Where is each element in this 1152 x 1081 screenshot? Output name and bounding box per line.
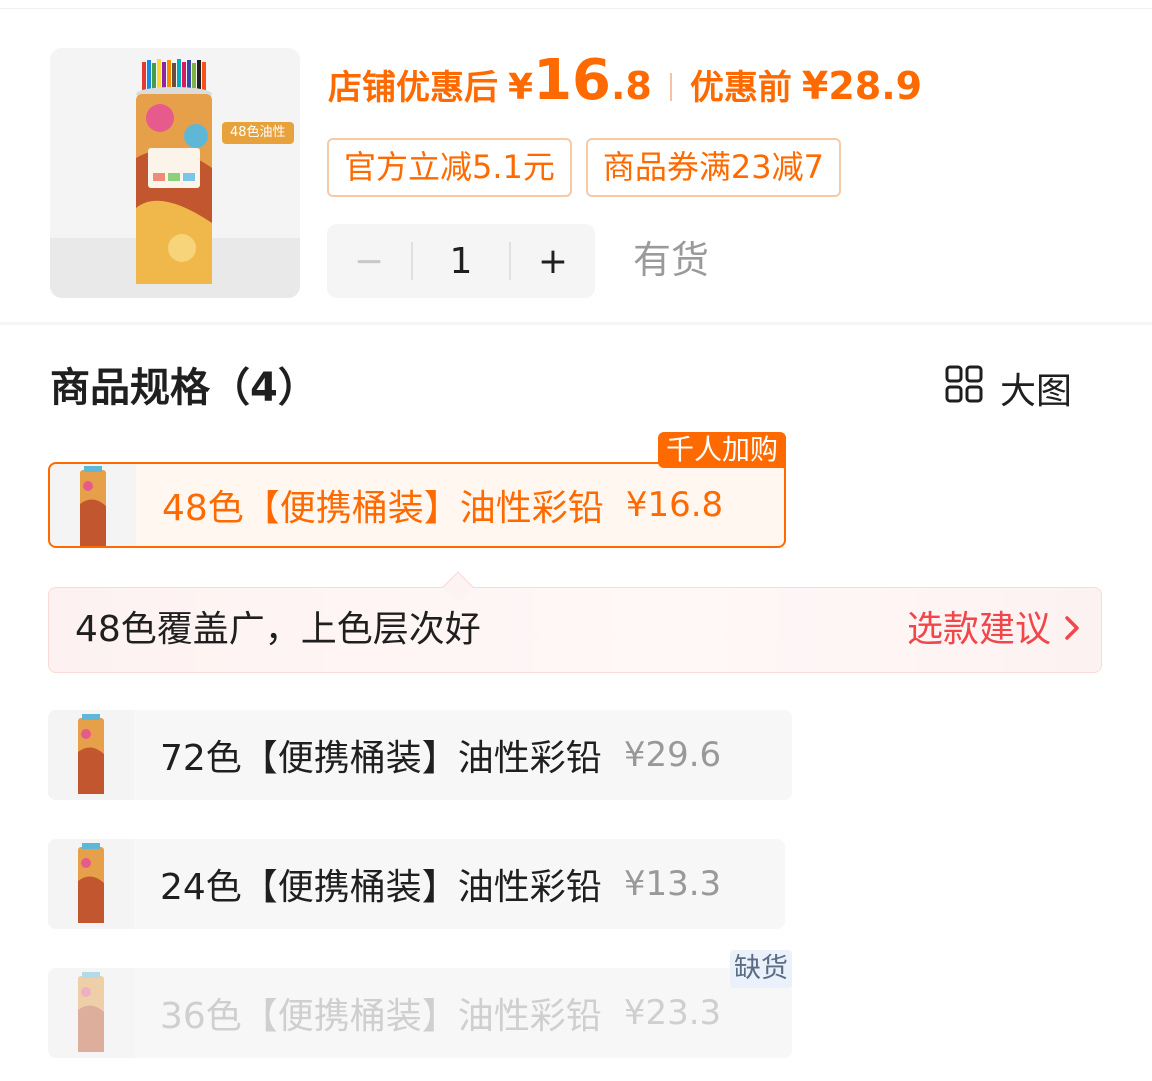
chevron-right-icon	[1063, 588, 1081, 672]
spec-price: ¥29.6	[623, 735, 722, 775]
spec-name: 48色【便携桶装】油性彩铅	[162, 488, 604, 529]
quantity-value[interactable]: 1	[413, 241, 509, 282]
stock-status: 有货	[633, 238, 710, 282]
increase-button[interactable]: +	[511, 241, 595, 282]
price-after-decimal: .8	[611, 64, 652, 108]
product-image[interactable]	[50, 48, 300, 298]
currency-symbol: ¥	[508, 67, 534, 108]
coupon-official-discount[interactable]: 官方立减5.1元	[327, 138, 572, 197]
spec-option-36[interactable]: 36色【便携桶装】油性彩铅 ¥23.3 缺货	[48, 950, 792, 1058]
spec-thumbnail	[48, 710, 134, 800]
tip-text: 48色覆盖广，上色层次好	[75, 609, 481, 650]
spec-thumbnail	[48, 968, 134, 1058]
big-picture-label: 大图	[1000, 371, 1073, 412]
coupon-list: 官方立减5.1元 商品券满23减7	[327, 138, 841, 197]
price-separator	[669, 73, 672, 101]
spec-price: ¥16.8	[625, 485, 724, 525]
selection-tip: 48色覆盖广，上色层次好 选款建议	[48, 571, 1102, 673]
spec-price: ¥13.3	[623, 864, 722, 904]
spec-price: ¥23.3	[623, 993, 722, 1033]
big-picture-toggle[interactable]: 大图	[944, 360, 1072, 416]
spec-name: 36色【便携桶装】油性彩铅	[160, 996, 602, 1037]
coupon-product-voucher[interactable]: 商品券满23减7	[585, 138, 841, 197]
spec-thumbnail	[50, 464, 136, 546]
decrease-button[interactable]: −	[327, 241, 411, 282]
spec-thumbnail	[48, 839, 134, 929]
sold-out-badge: 缺货	[730, 950, 792, 988]
price-after-integer: 16	[533, 48, 611, 113]
product-image-tag: 48色油性	[222, 122, 294, 144]
quantity-stepper: − 1 +	[327, 224, 595, 298]
price-after-label: 店铺优惠后	[328, 68, 498, 108]
spec-option-72[interactable]: 72色【便携桶装】油性彩铅 ¥29.6	[48, 710, 792, 800]
spec-option-48[interactable]: 48色【便携桶装】油性彩铅 ¥16.8 千人加购	[48, 432, 786, 548]
section-divider	[0, 322, 1152, 325]
spec-option-24[interactable]: 24色【便携桶装】油性彩铅 ¥13.3	[48, 839, 785, 929]
selection-advice-label: 选款建议	[906, 609, 1051, 650]
popular-badge: 千人加购	[657, 432, 786, 468]
grid-icon	[944, 364, 984, 413]
selection-advice-link[interactable]: 选款建议	[907, 588, 1081, 672]
spec-name: 24色【便携桶装】油性彩铅	[160, 867, 602, 908]
price-before-label: 优惠前	[689, 68, 792, 108]
spec-name: 72色【便携桶装】油性彩铅	[160, 738, 602, 779]
price-line: 店铺优惠后 ¥ 16 .8 优惠前 ¥28.9	[328, 48, 922, 120]
price-before-value: ¥28.9	[801, 64, 923, 108]
top-divider	[0, 8, 1152, 9]
spec-section-title: 商品规格（4）	[50, 365, 318, 411]
